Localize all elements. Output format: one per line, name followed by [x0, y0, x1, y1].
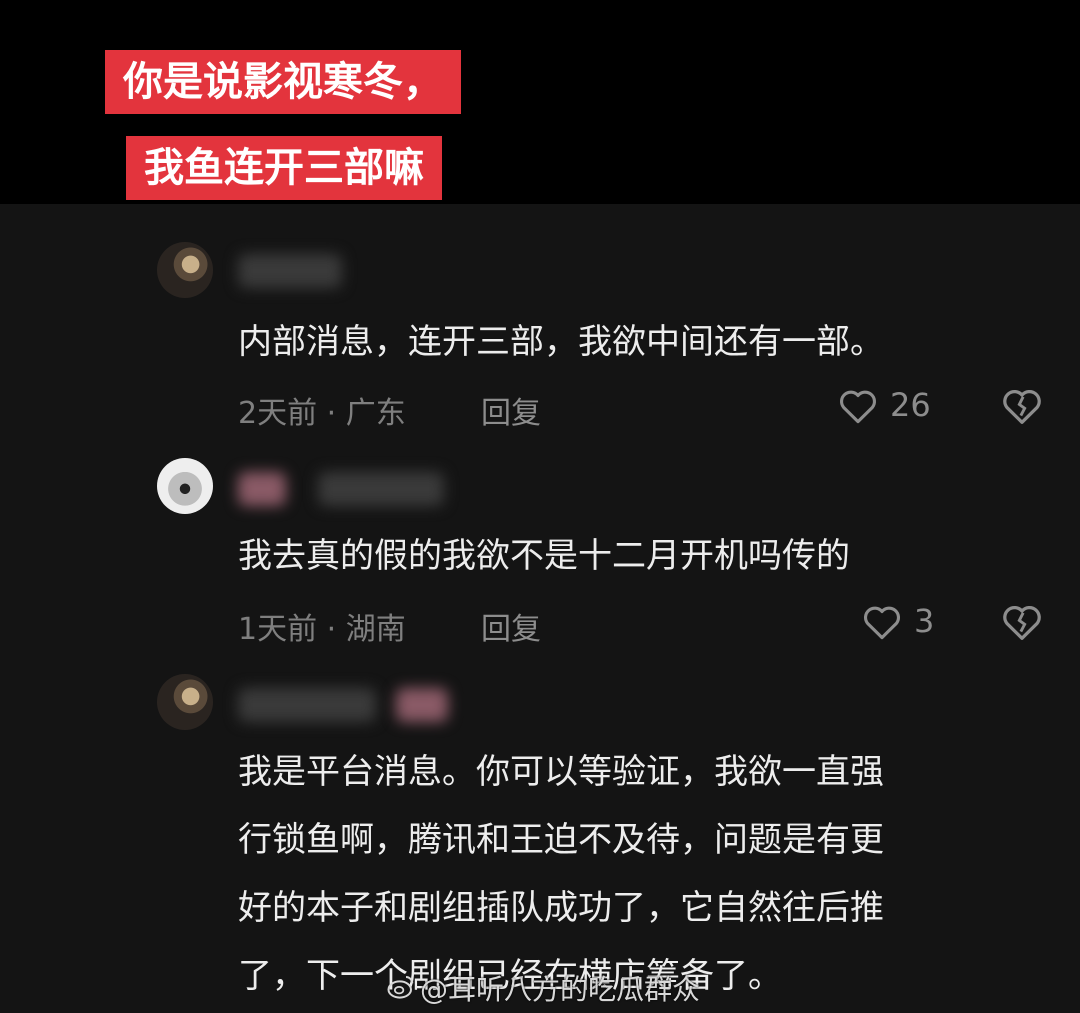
weibo-icon: [387, 976, 414, 999]
heart-outline-icon[interactable]: [860, 600, 904, 644]
broken-heart-icon[interactable]: [999, 599, 1045, 645]
like-count: 26: [890, 386, 931, 424]
comment-text-line: 我是平台消息。你可以等验证，我欲一直强: [238, 752, 884, 792]
comment-text: 内部消息，连开三部，我欲中间还有一部。: [238, 322, 884, 362]
reply-button[interactable]: 回复: [481, 604, 541, 648]
username-blurred: [396, 688, 448, 722]
avatar[interactable]: [157, 242, 213, 298]
username-blurred: [238, 688, 376, 722]
caption-line-2: 我鱼连开三部嘛: [126, 136, 442, 200]
avatar[interactable]: [157, 458, 213, 514]
heart-outline-icon[interactable]: [836, 384, 880, 428]
comment-text-line: 好的本子和剧组插队成功了，它自然往后推: [238, 888, 884, 928]
comment-meta: 2天前 · 广东: [238, 396, 406, 431]
avatar[interactable]: [157, 674, 213, 730]
username-blurred: [238, 254, 342, 288]
username-blurred: [318, 472, 444, 506]
reply-button[interactable]: 回复: [481, 388, 541, 432]
comment-text: 我去真的假的我欲不是十二月开机吗传的: [238, 536, 850, 576]
like-count: 3: [914, 602, 935, 640]
broken-heart-icon[interactable]: [999, 383, 1045, 429]
watermark: @耳听八方的吃瓜群众: [420, 973, 701, 1006]
caption-line-1: 你是说影视寒冬，: [105, 50, 461, 114]
comment-text-line: 行锁鱼啊，腾讯和王迫不及待，问题是有更: [238, 820, 884, 860]
comment-meta: 1天前 · 湖南: [238, 612, 406, 647]
username-blurred: [238, 472, 286, 506]
